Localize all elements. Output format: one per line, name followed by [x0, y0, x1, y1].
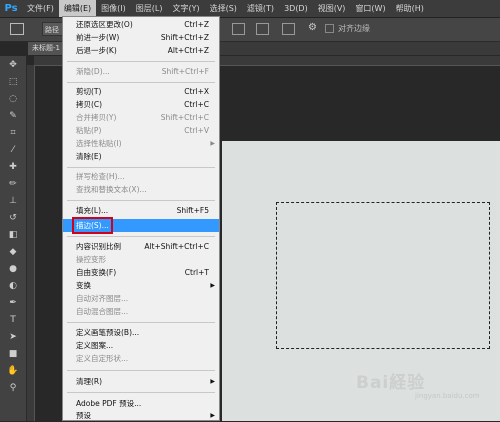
menu-separator	[67, 370, 215, 371]
zoom-tool-icon[interactable]: ⚲	[0, 379, 26, 396]
menu-view[interactable]: 视图(V)	[313, 0, 351, 17]
marquee-tool-icon[interactable]: ⬚	[0, 73, 26, 90]
lasso-tool-icon[interactable]: ◌	[0, 90, 26, 107]
menu-item-spell-check[interactable]: 拼写检查(H)...	[63, 170, 219, 183]
dodge-tool-icon[interactable]: ◐	[0, 277, 26, 294]
menu-3d[interactable]: 3D(D)	[279, 0, 313, 17]
submenu-arrow-icon: ▶	[210, 412, 215, 419]
healing-brush-tool-icon[interactable]: ✚	[0, 158, 26, 175]
submenu-arrow-icon: ▶	[210, 378, 215, 385]
blur-tool-icon[interactable]: ●	[0, 260, 26, 277]
pen-tool-preset-icon[interactable]	[10, 23, 24, 35]
menu-item-puppet-warp[interactable]: 操控变形	[63, 253, 219, 266]
menu-separator	[67, 236, 215, 237]
menu-separator	[67, 167, 215, 168]
menu-separator	[67, 61, 215, 62]
quick-select-tool-icon[interactable]: ✎	[0, 107, 26, 124]
path-align-icon[interactable]	[256, 23, 269, 35]
menu-item-stroke[interactable]: 描边(S)...	[63, 217, 219, 234]
menu-type[interactable]: 文字(Y)	[167, 0, 204, 17]
menu-filter[interactable]: 滤镜(T)	[242, 0, 279, 17]
menu-separator	[67, 200, 215, 201]
menu-separator	[67, 82, 215, 83]
marquee-selection	[276, 202, 490, 349]
eyedropper-tool-icon[interactable]: ⁄	[0, 141, 26, 158]
brush-tool-icon[interactable]: ✏	[0, 175, 26, 192]
menu-item-paste[interactable]: 粘贴(P) Ctrl+V	[63, 124, 219, 137]
eraser-tool-icon[interactable]: ◧	[0, 226, 26, 243]
align-edges-label: 对齐边缘	[338, 24, 370, 33]
menu-item-define-pattern[interactable]: 定义图案...	[63, 339, 219, 352]
menu-item-undo[interactable]: 还原选区更改(O) Ctrl+Z	[63, 18, 219, 31]
gear-icon[interactable]: ⚙	[308, 22, 317, 33]
menu-item-free-transform[interactable]: 自由变换(F) Ctrl+T	[63, 266, 219, 279]
menu-layer[interactable]: 图层(L)	[131, 0, 168, 17]
menu-item-copy[interactable]: 拷贝(C) Ctrl+C	[63, 98, 219, 111]
menu-item-copy-merged[interactable]: 合并拷贝(Y) Shift+Ctrl+C	[63, 111, 219, 124]
photoshop-logo: Ps	[4, 3, 18, 14]
mode-select[interactable]: 路径	[42, 22, 64, 36]
menu-item-define-brush[interactable]: 定义画笔预设(B)...	[63, 326, 219, 339]
menu-item-find-replace[interactable]: 查找和替换文本(X)...	[63, 183, 219, 196]
menu-item-content-aware-scale[interactable]: 内容识别比例 Alt+Shift+Ctrl+C	[63, 240, 219, 253]
menu-window[interactable]: 窗口(W)	[350, 0, 390, 17]
menu-item-transform[interactable]: 变换 ▶	[63, 279, 219, 292]
menu-help[interactable]: 帮助(H)	[391, 0, 429, 17]
edit-menu: 还原选区更改(O) Ctrl+Z 前进一步(W) Shift+Ctrl+Z 后退一步…	[62, 16, 220, 421]
rectangle-tool-icon[interactable]: ■	[0, 345, 26, 362]
menu-item-fill[interactable]: 填充(L)... Shift+F5	[63, 204, 219, 217]
menu-separator	[67, 322, 215, 323]
menu-item-paste-special[interactable]: 选择性粘贴(I) ▶	[63, 137, 219, 150]
menu-edit[interactable]: 编辑(E)	[58, 0, 97, 17]
menu-image[interactable]: 图像(I)	[96, 0, 131, 17]
pen-tool-icon[interactable]: ✒	[0, 294, 26, 311]
submenu-arrow-icon: ▶	[210, 282, 215, 289]
menu-item-auto-align-layers[interactable]: 自动对齐图层...	[63, 292, 219, 305]
path-op-icon[interactable]	[232, 23, 245, 35]
menu-file[interactable]: 文件(F)	[22, 0, 59, 17]
crop-tool-icon[interactable]: ⌗	[0, 124, 26, 141]
menu-item-fade[interactable]: 渐隐(D)... Shift+Ctrl+F	[63, 65, 219, 78]
menu-item-auto-blend-layers[interactable]: 自动混合图层...	[63, 305, 219, 318]
watermark: Bai経验	[356, 373, 426, 393]
menu-select[interactable]: 选择(S)	[205, 0, 242, 17]
toolbox: ✥ ⬚ ◌ ✎ ⌗ ⁄ ✚ ✏ ⊥ ↺ ◧ ◆ ● ◐ ✒ T ➤ ■ ✋ ⚲	[0, 56, 27, 421]
menu-item-clear[interactable]: 清除(E)	[63, 150, 219, 163]
menu-item-purge[interactable]: 清理(R) ▶	[63, 375, 219, 388]
watermark-url: jingyan.baidu.com	[415, 392, 480, 400]
menu-item-step-forward[interactable]: 前进一步(W) Shift+Ctrl+Z	[63, 31, 219, 44]
align-edges-checkbox[interactable]	[325, 24, 334, 33]
submenu-arrow-icon: ▶	[210, 140, 215, 147]
menu-separator	[67, 392, 215, 393]
menu-item-cut[interactable]: 剪切(T) Ctrl+X	[63, 85, 219, 98]
clone-stamp-tool-icon[interactable]: ⊥	[0, 192, 26, 209]
menu-item-define-custom-shape[interactable]: 定义自定形状...	[63, 352, 219, 365]
path-select-tool-icon[interactable]: ➤	[0, 328, 26, 345]
menu-item-presets[interactable]: 预设 ▶	[63, 409, 219, 422]
type-tool-icon[interactable]: T	[0, 311, 26, 328]
path-arrange-icon[interactable]	[282, 23, 295, 35]
menu-item-step-backward[interactable]: 后退一步(K) Alt+Ctrl+Z	[63, 44, 219, 57]
paint-bucket-tool-icon[interactable]: ◆	[0, 243, 26, 260]
ruler-vertical	[27, 65, 35, 421]
history-brush-tool-icon[interactable]: ↺	[0, 209, 26, 226]
hand-tool-icon[interactable]: ✋	[0, 362, 26, 379]
move-tool-icon[interactable]: ✥	[0, 56, 26, 73]
